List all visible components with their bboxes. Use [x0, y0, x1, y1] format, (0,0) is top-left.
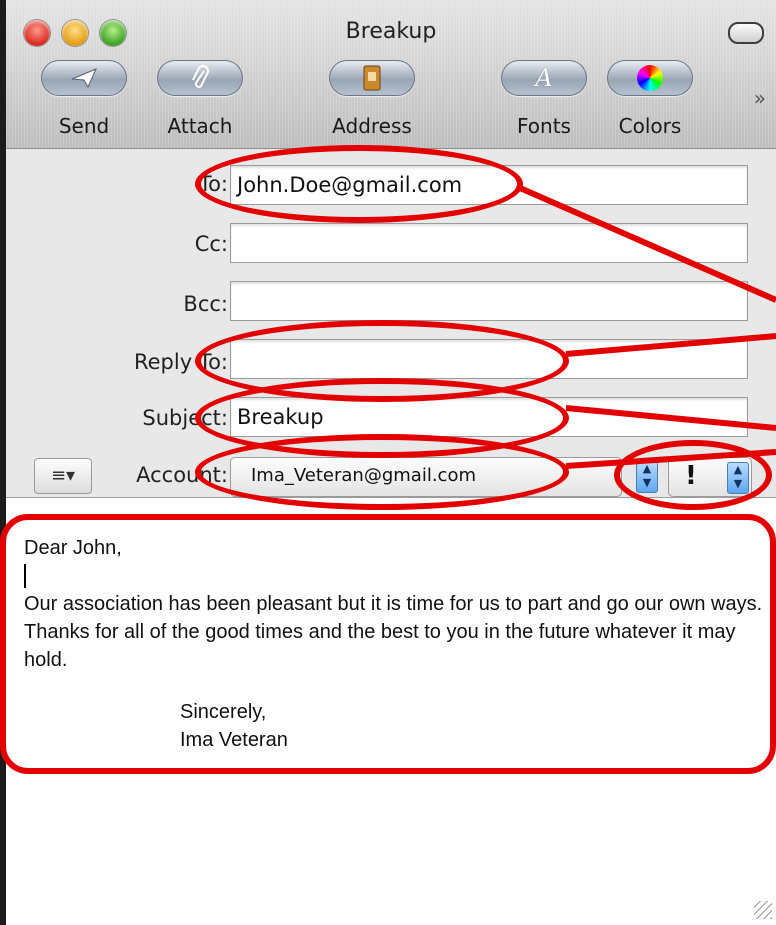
- subject-label: Subject:: [142, 406, 228, 430]
- bcc-field[interactable]: [230, 281, 748, 321]
- account-select-stepper-icon[interactable]: ▲ ▼: [636, 461, 658, 493]
- send-label: Send: [58, 114, 110, 138]
- annotation-body-box: [0, 514, 776, 774]
- mail-compose-window: Breakup Send Attach Address A Fonts Colo…: [6, 0, 776, 925]
- window-title: Breakup: [345, 19, 437, 44]
- account-label: Account:: [136, 463, 228, 487]
- reply-to-field[interactable]: [230, 339, 748, 379]
- priority-select[interactable]: ! ▲ ▼: [668, 457, 752, 497]
- resize-grip-icon[interactable]: [754, 901, 772, 919]
- address-button[interactable]: Address: [324, 60, 420, 140]
- attach-button[interactable]: Attach: [152, 60, 248, 140]
- priority-stepper-icon[interactable]: ▲ ▼: [727, 462, 749, 494]
- cc-field[interactable]: [230, 223, 748, 263]
- fonts-label: Fonts: [517, 114, 571, 138]
- attach-label: Attach: [167, 114, 233, 138]
- priority-value: !: [685, 461, 697, 491]
- send-icon: [41, 60, 127, 96]
- subject-field[interactable]: Breakup: [230, 397, 748, 437]
- to-field[interactable]: John.Doe@gmail.com: [230, 165, 748, 205]
- paperclip-icon: [157, 60, 243, 96]
- fonts-icon: A: [501, 60, 587, 96]
- to-label: To:: [198, 172, 228, 196]
- account-select[interactable]: Ima_Veteran@gmail.com: [230, 457, 622, 497]
- color-wheel-icon: [607, 60, 693, 96]
- colors-button[interactable]: Colors: [602, 60, 698, 140]
- cc-label: Cc:: [194, 232, 228, 256]
- reply-to-label: Reply To:: [133, 350, 228, 374]
- toolbar-overflow-chevron-icon[interactable]: »: [754, 86, 766, 110]
- colors-label: Colors: [618, 114, 682, 138]
- address-label: Address: [332, 114, 412, 138]
- header-options-menu-button[interactable]: ≡▾: [34, 458, 92, 494]
- bcc-label: Bcc:: [183, 292, 228, 316]
- send-button[interactable]: Send: [36, 60, 132, 140]
- toolbar-toggle-button[interactable]: [728, 22, 764, 44]
- address-book-icon: [329, 60, 415, 96]
- window-toolbar: Breakup Send Attach Address A Fonts Colo…: [6, 0, 776, 149]
- fonts-button[interactable]: A Fonts: [496, 60, 592, 140]
